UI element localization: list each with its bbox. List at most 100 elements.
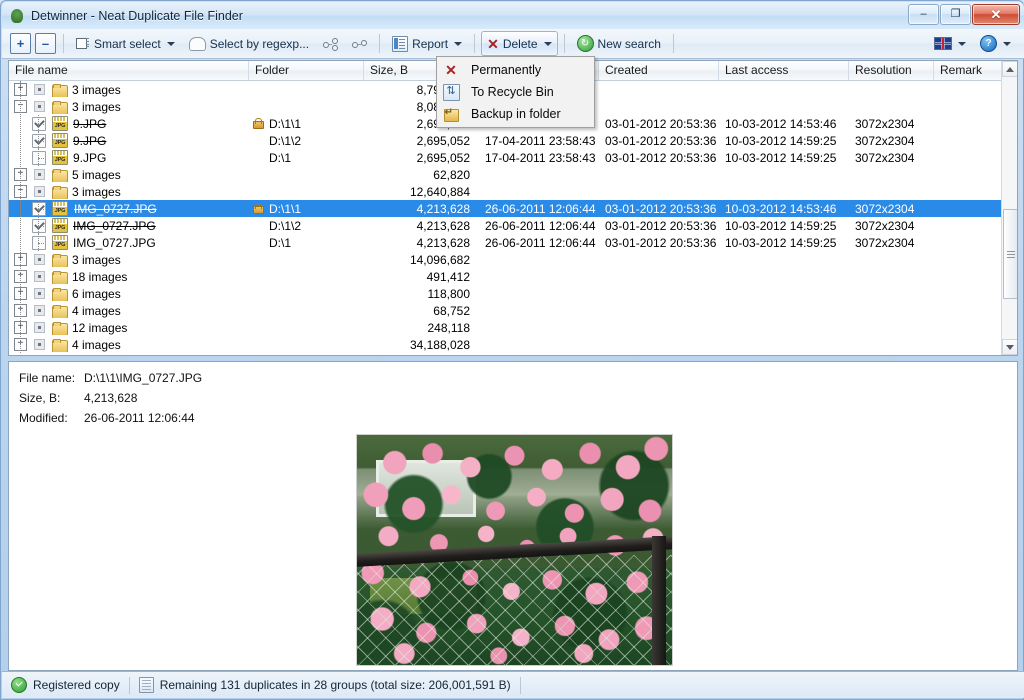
chevron-down-icon (544, 42, 552, 46)
tree-branch-stub (38, 243, 44, 244)
smart-select-button[interactable]: Smart select (70, 31, 181, 56)
cell-folder: D:\1\1 (249, 117, 364, 131)
delete-label: Delete (503, 37, 538, 51)
group-checkbox[interactable] (34, 339, 45, 350)
folder-icon (52, 339, 67, 351)
scroll-down-button[interactable] (1002, 339, 1018, 355)
size-value: 4,213,628 (84, 391, 137, 405)
cell-folder: D:\1\1 (249, 202, 364, 216)
group-row[interactable]: +4 images68,752 (9, 302, 1017, 319)
jpg-file-icon (52, 218, 68, 233)
refresh-search-icon: ↻ (577, 35, 594, 52)
toolbar-separator-1 (63, 34, 64, 53)
grip-icon (1007, 249, 1015, 260)
new-search-button[interactable]: ↻ New search (571, 31, 667, 56)
help-button[interactable]: ? (974, 31, 1017, 56)
cell-lastaccess: 10-03-2012 14:53:46 (719, 117, 849, 131)
menu-item-label: Permanently (471, 63, 541, 77)
group-checkbox[interactable] (34, 288, 45, 299)
folder-icon (52, 169, 67, 181)
group-label: 5 images (72, 168, 121, 182)
group-checkbox[interactable] (34, 271, 45, 282)
group-row[interactable]: −3 images12,640,884 (9, 183, 1017, 200)
group-row[interactable]: +12 images248,118 (9, 319, 1017, 336)
maximize-button[interactable]: ❐ (940, 4, 971, 25)
cell-lastaccess: 10-03-2012 14:53:46 (719, 202, 849, 216)
group-checkbox[interactable] (34, 322, 45, 333)
cell-modified: 17-04-2011 23:58:43 (479, 134, 599, 148)
language-button[interactable] (928, 31, 972, 56)
minimize-button[interactable]: – (908, 4, 939, 25)
file-row[interactable]: 9.JPGD:\12,695,05217-04-2011 23:58:4303-… (9, 149, 1017, 166)
folder-path: D:\1 (269, 236, 291, 250)
group-row[interactable]: +18 images491,412 (9, 268, 1017, 285)
lock-icon (252, 203, 263, 214)
group-row[interactable]: +6 images118,800 (9, 285, 1017, 302)
menu-item-to-recycle-bin[interactable]: To Recycle Bin (437, 81, 594, 103)
toolbar-separator-4 (564, 34, 565, 53)
cell-size: 2,695,052 (364, 134, 479, 148)
red-x-icon: ✕ (487, 37, 499, 51)
cell-modified: 26-06-2011 12:06:44 (479, 202, 599, 216)
group-checkbox[interactable] (34, 84, 45, 95)
group-label: 12 images (72, 321, 127, 335)
group-row[interactable]: +4 images34,188,028 (9, 336, 1017, 353)
collapse-all-button[interactable]: – (35, 33, 56, 54)
column-header-created[interactable]: Created (599, 61, 719, 80)
check-circle-icon (11, 677, 27, 693)
toolbar-separator-2 (379, 34, 380, 53)
file-name-value: D:\1\1\IMG_0727.JPG (84, 371, 202, 385)
folder-icon (52, 186, 67, 198)
cell-resolution: 3072x2304 (849, 219, 934, 233)
group-checkbox[interactable] (34, 305, 45, 316)
column-header-lastaccess[interactable]: Last access (719, 61, 849, 80)
group-checkbox[interactable] (34, 101, 45, 112)
group-row[interactable]: +5 images62,820 (9, 166, 1017, 183)
details-panel: File name: D:\1\1\IMG_0727.JPG Size, B: … (8, 361, 1018, 671)
delete-button[interactable]: ✕ Delete (481, 31, 557, 56)
file-row[interactable]: IMG_0727.JPGD:\14,213,62826-06-2011 12:0… (9, 234, 1017, 251)
cell-lastaccess: 10-03-2012 14:59:25 (719, 134, 849, 148)
cell-name: −3 images (9, 185, 249, 199)
cell-name: −3 images (9, 100, 249, 114)
cell-resolution: 3072x2304 (849, 202, 934, 216)
expand-tree-button[interactable] (317, 31, 344, 56)
plus-icon: + (17, 37, 25, 50)
menu-item-permanently[interactable]: ✕ Permanently (437, 59, 594, 81)
scroll-up-button[interactable] (1002, 61, 1018, 77)
cell-lastaccess: 10-03-2012 14:59:25 (719, 219, 849, 233)
app-tree-icon (9, 8, 25, 24)
group-checkbox[interactable] (34, 254, 45, 265)
minus-icon: – (42, 37, 49, 50)
file-row[interactable]: 9.JPGD:\1\22,695,05217-04-2011 23:58:430… (9, 132, 1017, 149)
cell-resolution: 3072x2304 (849, 236, 934, 250)
recycle-bin-icon (443, 84, 460, 101)
column-header-folder[interactable]: Folder (249, 61, 364, 80)
column-header-name[interactable]: File name (9, 61, 249, 80)
column-header-resolution[interactable]: Resolution (849, 61, 934, 80)
scrollbar-thumb[interactable] (1003, 209, 1018, 299)
vertical-scrollbar[interactable] (1001, 61, 1017, 355)
close-button[interactable]: ✕ (972, 4, 1020, 25)
folder-icon (52, 84, 67, 96)
file-row[interactable]: IMG_0727.JPGD:\1\24,213,62826-06-2011 12… (9, 217, 1017, 234)
file-row[interactable]: IMG_0727.JPGD:\1\14,213,62826-06-2011 12… (9, 200, 1017, 217)
expand-all-button[interactable]: + (10, 33, 31, 54)
report-icon (392, 36, 408, 52)
select-by-regexp-button[interactable]: Select by regexp... (183, 31, 315, 56)
lock-icon (252, 118, 263, 129)
collapse-tree-button[interactable] (346, 31, 373, 56)
group-checkbox[interactable] (34, 169, 45, 180)
cell-created: 03-01-2012 20:53:36 (599, 219, 719, 233)
delete-dropdown-menu[interactable]: ✕ Permanently To Recycle Bin Backup in f… (436, 56, 595, 128)
group-checkbox[interactable] (34, 186, 45, 197)
report-button[interactable]: Report (386, 31, 468, 56)
tree-branch-stub (38, 209, 44, 210)
group-label: 6 images (72, 287, 121, 301)
menu-item-backup-in-folder[interactable]: Backup in folder (437, 103, 594, 125)
folder-icon (52, 288, 67, 300)
smart-select-label: Smart select (94, 37, 161, 51)
group-row[interactable]: +3 images14,096,682 (9, 251, 1017, 268)
jpg-file-icon (52, 235, 68, 250)
application-window: Detwinner - Neat Duplicate File Finder –… (0, 0, 1024, 700)
